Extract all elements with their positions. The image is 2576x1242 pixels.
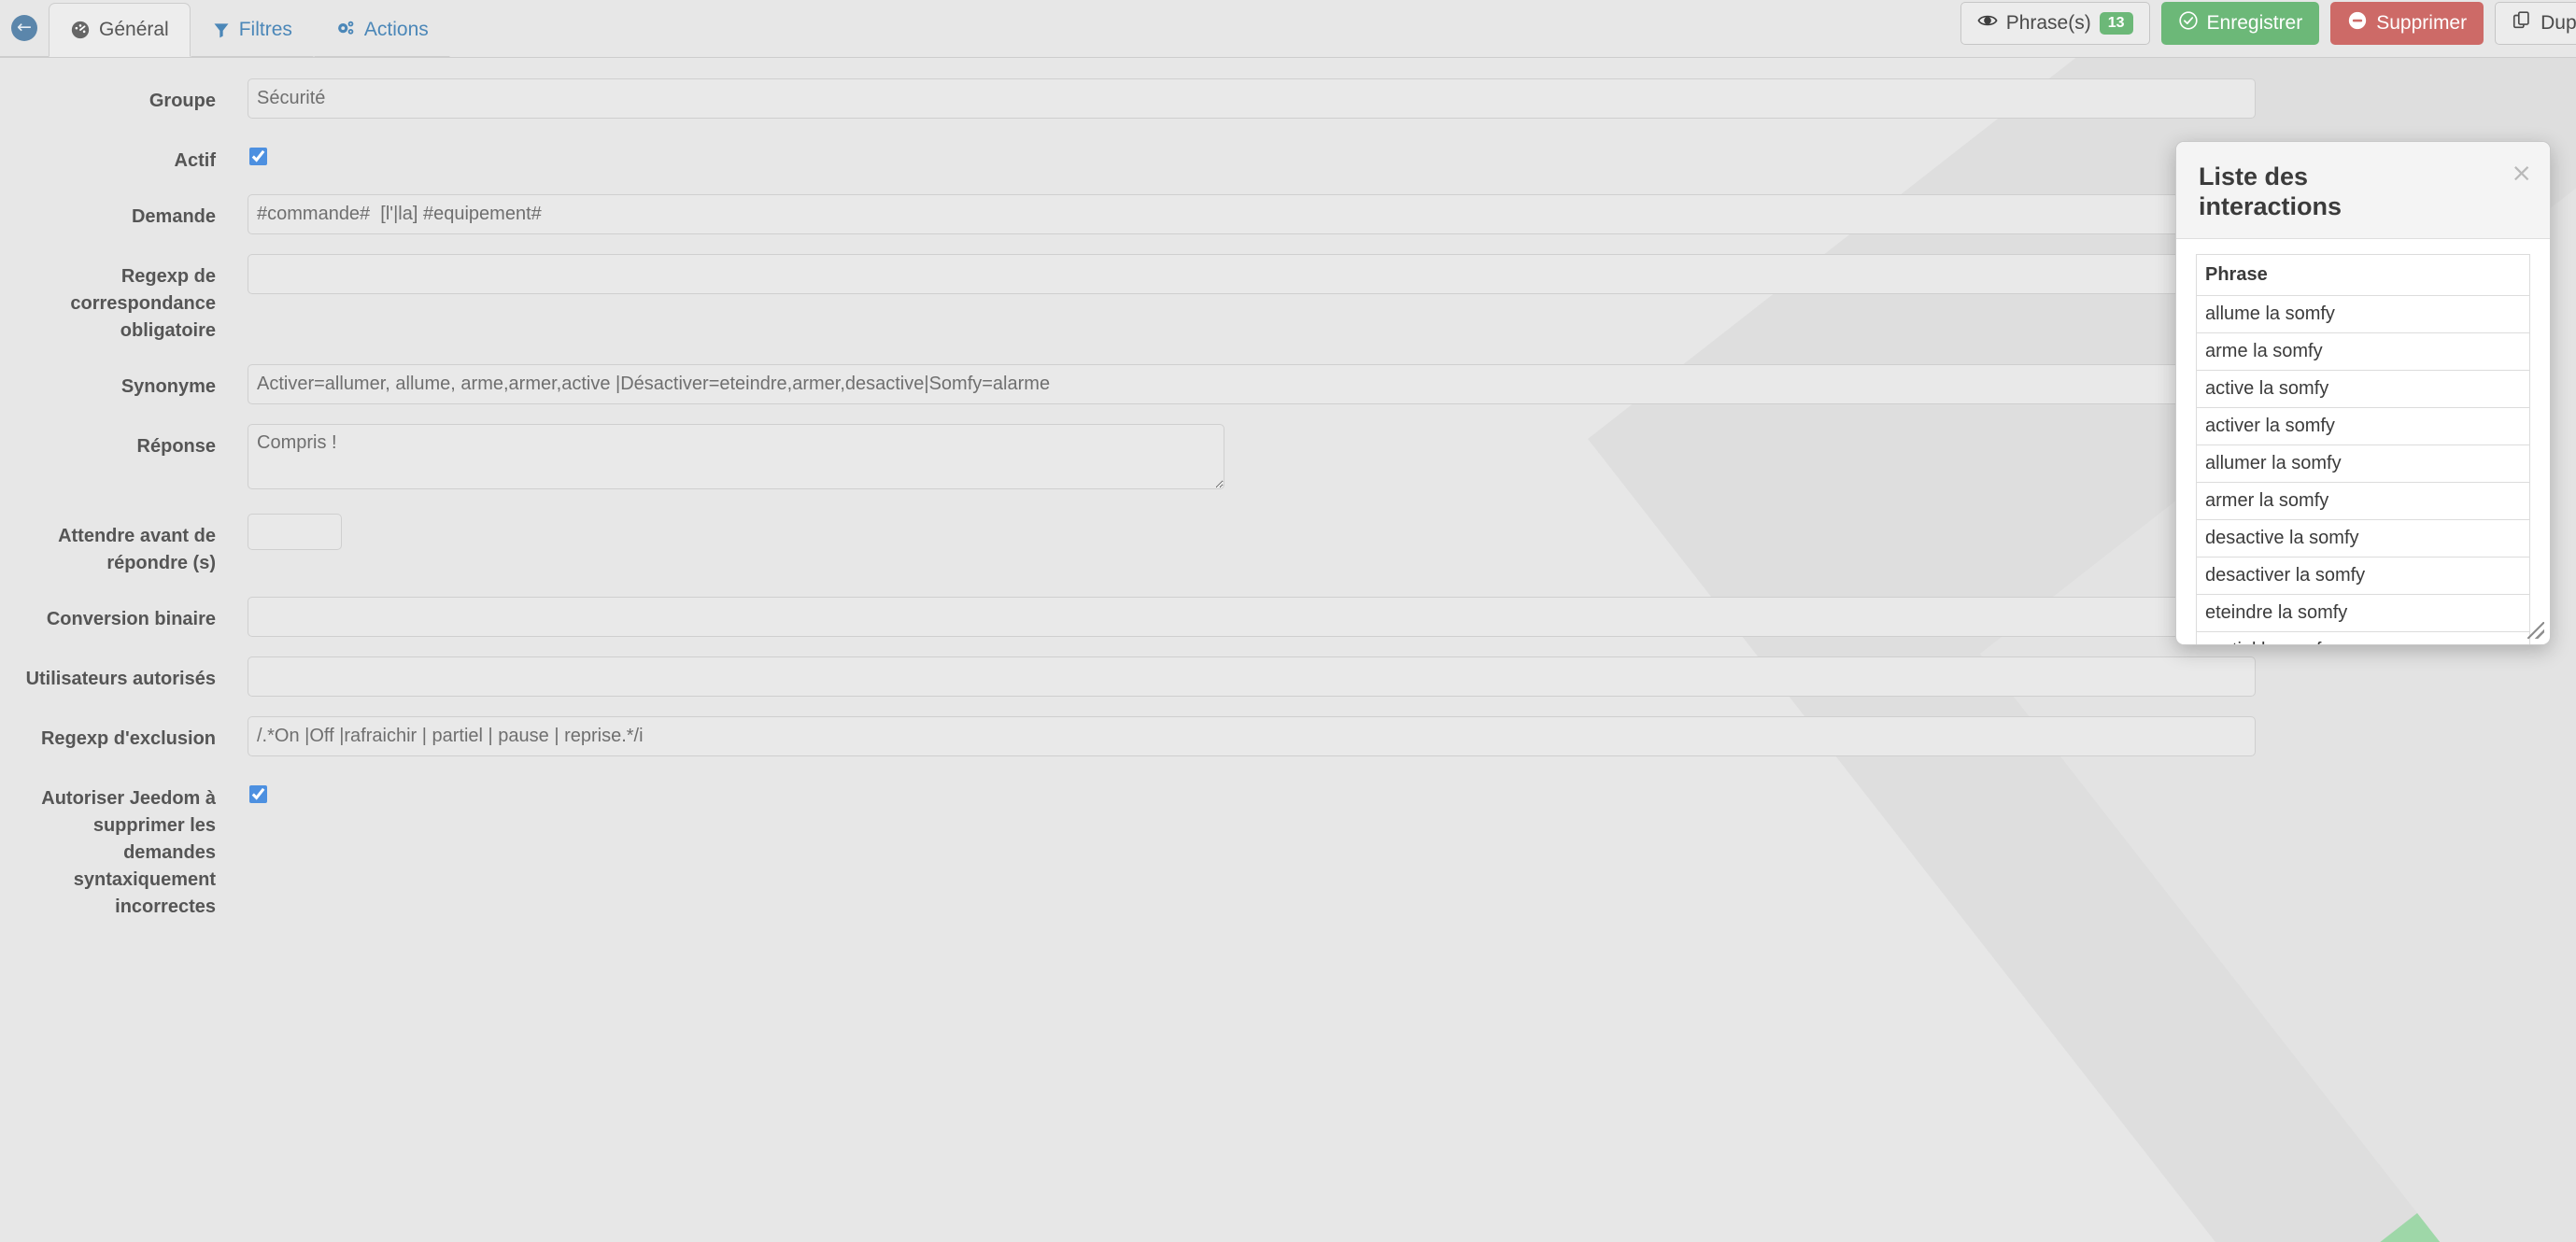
phrases-count-badge: 13 — [2099, 12, 2133, 35]
table-row[interactable]: activer la somfy — [2196, 406, 2530, 445]
label-conversion-binaire: Conversion binaire — [46, 609, 216, 629]
table-header-row: Phrase — [2196, 253, 2530, 296]
phrase-cell[interactable]: allume la somfy — [2196, 294, 2530, 333]
form-row-groupe: Groupe — [0, 78, 2576, 119]
tab-general[interactable]: Général — [49, 3, 191, 57]
copy-icon — [2512, 10, 2532, 36]
phrase-cell[interactable]: activer la somfy — [2196, 406, 2530, 445]
save-label: Enregistrer — [2206, 12, 2303, 34]
label-regexp-exclusion: Regexp d'exclusion — [40, 728, 216, 749]
save-button[interactable]: Enregistrer — [2160, 2, 2320, 45]
table-row[interactable]: allume la somfy — [2196, 294, 2530, 333]
table-row[interactable]: eteindre la somfy — [2196, 593, 2530, 632]
duplicate-label: Dupliquer — [2541, 12, 2576, 34]
tab-actions[interactable]: Actions — [313, 3, 450, 57]
phrases-table-body: allume la somfy arme la somfy active la so… — [2196, 294, 2530, 644]
table-row[interactable]: active la somfy — [2196, 369, 2530, 408]
resize-handle-icon[interactable] — [2527, 622, 2544, 639]
interactions-list-panel: Liste des interactions × Phrase allume l… — [2175, 141, 2551, 645]
form-row-regexp-exclusion: Regexp d'exclusion — [0, 716, 2576, 756]
tab-general-label: Général — [99, 19, 169, 40]
reponse-textarea[interactable]: Compris ! — [248, 424, 1224, 489]
phrase-cell[interactable]: desactive la somfy — [2196, 518, 2530, 557]
utilisateurs-input[interactable] — [248, 656, 2256, 697]
attendre-number-input[interactable] — [248, 514, 342, 550]
phrase-cell[interactable]: allumer la somfy — [2196, 444, 2530, 483]
filter-icon — [212, 21, 231, 39]
tab-actions-label: Actions — [363, 19, 429, 40]
actif-checkbox[interactable] — [249, 148, 267, 165]
label-groupe: Groupe — [149, 91, 216, 111]
table-row[interactable]: allumer la somfy — [2196, 444, 2530, 483]
field-utilisateurs-wrapper — [248, 656, 2576, 697]
autoriser-jeedom-checkbox[interactable] — [249, 785, 267, 803]
table-row[interactable]: desactive la somfy — [2196, 518, 2530, 557]
toolbar: ← Général Filtres Actions Phrase(s) 13 E… — [0, 0, 2576, 58]
field-regexp-exclusion-wrapper — [248, 716, 2576, 756]
table-row[interactable]: partiel la somfy — [2196, 630, 2530, 644]
field-groupe-wrapper — [248, 78, 2576, 119]
panel-header: Liste des interactions × — [2176, 142, 2550, 239]
phrases-table: Phrase allume la somfy arme la somfy activ… — [2196, 253, 2530, 644]
form-row-utilisateurs: Utilisateurs autorisés — [0, 656, 2576, 697]
dashboard-icon — [70, 20, 91, 40]
table-row[interactable]: armer la somfy — [2196, 481, 2530, 520]
table-row[interactable]: arme la somfy — [2196, 332, 2530, 371]
label-attendre: Attendre avant de répondre (s) — [58, 526, 216, 573]
phrase-cell[interactable]: eteindre la somfy — [2196, 593, 2530, 632]
minus-circle-icon — [2347, 10, 2368, 36]
phrase-cell[interactable]: armer la somfy — [2196, 481, 2530, 520]
arrow-left-circle-icon: ← — [11, 14, 37, 41]
groupe-input[interactable] — [248, 78, 2256, 119]
close-icon[interactable]: × — [2511, 161, 2532, 186]
synonyme-input[interactable] — [248, 364, 2256, 404]
label-demande: Demande — [131, 206, 216, 227]
delete-label: Supprimer — [2376, 12, 2468, 34]
eye-icon — [1977, 10, 1998, 36]
label-autoriser-jeedom: Autoriser Jeedom à supprimer les demande… — [41, 788, 216, 917]
phrase-cell[interactable]: active la somfy — [2196, 369, 2530, 408]
toolbar-actions: Phrase(s) 13 Enregistrer Supprimer Dup — [1960, 0, 2576, 58]
field-autoriser-jeedom-wrapper — [248, 776, 2576, 808]
label-actif: Actif — [174, 150, 216, 171]
phrases-button[interactable]: Phrase(s) 13 — [1960, 2, 2150, 45]
regexp-exclusion-input[interactable] — [248, 716, 2256, 756]
label-reponse: Réponse — [136, 436, 216, 457]
delete-button[interactable]: Supprimer — [2330, 2, 2484, 45]
tab-filtres[interactable]: Filtres — [190, 3, 314, 57]
phrases-table-head: Phrase — [2196, 253, 2530, 296]
phrase-cell[interactable]: partiel la somfy — [2196, 630, 2530, 644]
phrases-label: Phrase(s) — [2005, 12, 2091, 34]
conversion-binaire-input[interactable] — [248, 597, 2256, 637]
phrase-cell[interactable]: arme la somfy — [2196, 332, 2530, 371]
table-row[interactable]: desactiver la somfy — [2196, 556, 2530, 595]
tab-bar: Général Filtres Actions — [49, 0, 450, 57]
duplicate-button[interactable]: Dupliquer — [2495, 2, 2576, 45]
panel-title: Liste des interactions — [2199, 162, 2342, 221]
tab-filtres-label: Filtres — [238, 19, 292, 40]
form-row-autoriser-jeedom: Autoriser Jeedom à supprimer les demande… — [0, 776, 2576, 921]
label-regexp-correspondance: Regexp de correspondance obligatoire — [70, 266, 216, 341]
label-utilisateurs: Utilisateurs autorisés — [25, 669, 216, 689]
cogs-icon — [335, 20, 356, 40]
label-synonyme: Synonyme — [120, 376, 216, 397]
column-header-phrase: Phrase — [2196, 253, 2530, 296]
panel-body: Phrase allume la somfy arme la somfy activ… — [2176, 239, 2550, 644]
check-circle-icon — [2178, 10, 2199, 36]
demande-input[interactable] — [248, 194, 2256, 234]
phrase-cell[interactable]: desactiver la somfy — [2196, 556, 2530, 595]
regexp-correspondance-input[interactable] — [248, 254, 2256, 294]
back-button[interactable]: ← — [0, 0, 49, 57]
